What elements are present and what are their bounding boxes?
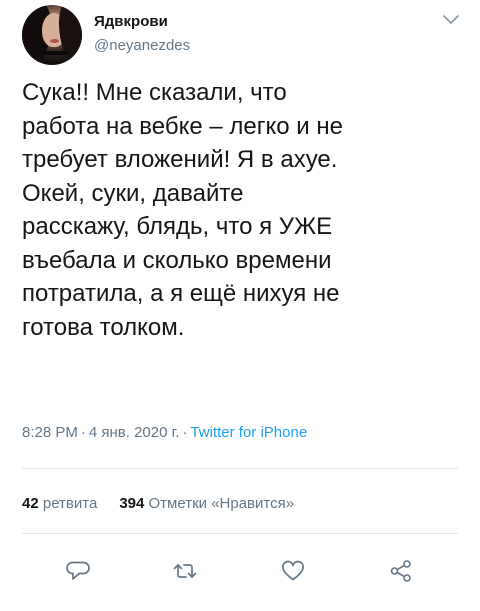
chevron-down-icon xyxy=(443,15,459,24)
display-name[interactable]: Ядвкрови xyxy=(94,13,168,30)
reply-icon xyxy=(66,561,90,580)
tweet-time[interactable]: 8:28 PM xyxy=(22,424,78,441)
avatar-choker xyxy=(39,51,67,55)
like-icon xyxy=(282,560,304,581)
user-handle[interactable]: @neyanezdes xyxy=(94,37,190,54)
tweet-text: Сука!! Мне сказали, что работа на вебке … xyxy=(22,79,343,341)
reply-button[interactable] xyxy=(66,558,92,584)
action-bar xyxy=(22,558,462,588)
share-button[interactable] xyxy=(388,558,414,584)
more-options-button[interactable] xyxy=(440,11,462,29)
divider xyxy=(22,468,458,469)
likes-stat[interactable]: 394 Отметки «Нравится» xyxy=(119,495,294,512)
likes-count: 394 xyxy=(119,495,145,512)
tweet-date[interactable]: 4 янв. 2020 г. xyxy=(89,424,180,441)
engagement-stats: 42 ретвита 394 Отметки «Нравится» xyxy=(22,495,294,512)
meta-separator: · xyxy=(182,424,188,441)
tweet-header: Ядвкрови @neyanezdes xyxy=(22,5,462,65)
retweets-count: 42 xyxy=(22,495,39,512)
divider xyxy=(22,533,458,534)
avatar-lips xyxy=(50,39,59,43)
retweets-stat[interactable]: 42 ретвита xyxy=(22,495,97,512)
retweet-button[interactable] xyxy=(172,558,198,584)
tweet-meta: 8:28 PM · 4 янв. 2020 г. · Twitter for iPhon… xyxy=(22,424,462,441)
like-button[interactable] xyxy=(280,558,306,584)
avatar[interactable] xyxy=(22,5,82,65)
retweet-icon xyxy=(173,564,197,578)
meta-separator: · xyxy=(80,424,86,441)
retweets-label: ретвита xyxy=(42,495,98,512)
tweet-source[interactable]: Twitter for iPhone xyxy=(190,424,307,441)
likes-label: Отметки «Нравится» xyxy=(148,495,295,512)
share-icon xyxy=(390,560,411,582)
